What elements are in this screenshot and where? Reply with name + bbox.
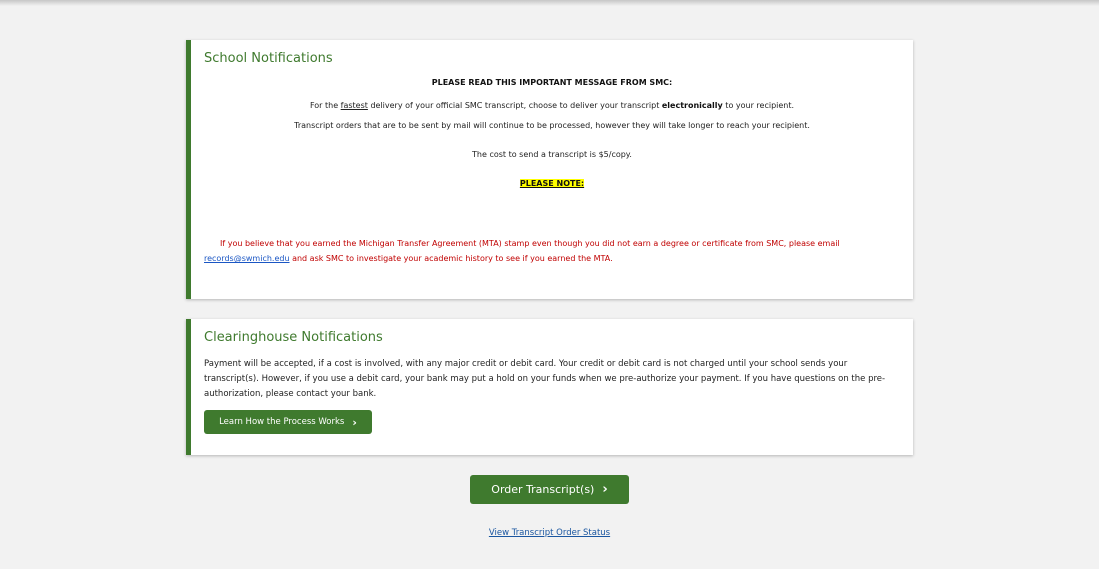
order-transcript-button-label: Order Transcript(s) bbox=[491, 483, 595, 496]
learn-process-button-label: Learn How the Process Works bbox=[219, 417, 345, 427]
chevron-right-icon: › bbox=[352, 415, 357, 429]
payment-info-text: Payment will be accepted, if a cost is i… bbox=[204, 359, 886, 399]
clearinghouse-notifications-card: Clearinghouse Notifications Payment will… bbox=[186, 319, 913, 455]
fastest-text: fastest bbox=[340, 101, 368, 110]
clearinghouse-notifications-title: Clearinghouse Notifications bbox=[204, 330, 383, 345]
records-email-link[interactable]: records@swmich.edu bbox=[204, 254, 290, 263]
important-message-heading: PLEASE READ THIS IMPORTANT MESSAGE FROM … bbox=[431, 78, 673, 87]
mta-notice: If you believe that you earned the Michi… bbox=[204, 239, 840, 263]
order-transcript-button[interactable]: Order Transcript(s) › bbox=[470, 475, 629, 504]
please-note-wrapper: PLEASE NOTE: bbox=[191, 179, 913, 188]
header-shadow bbox=[0, 0, 1099, 6]
mail-orders-message: Transcript orders that are to be sent by… bbox=[294, 121, 810, 130]
electronically-text: electronically bbox=[661, 101, 723, 110]
school-notifications-title: School Notifications bbox=[204, 51, 333, 66]
cost-message: The cost to send a transcript is $5/copy… bbox=[472, 150, 632, 159]
electronic-delivery-message: For the fastest delivery of your officia… bbox=[309, 101, 795, 110]
learn-process-button[interactable]: Learn How the Process Works › bbox=[204, 410, 372, 434]
please-note-label: PLEASE NOTE: bbox=[519, 179, 585, 188]
chevron-right-icon: › bbox=[602, 482, 608, 497]
view-order-status-link[interactable]: View Transcript Order Status bbox=[0, 528, 1099, 538]
school-notifications-card: School Notifications PLEASE READ THIS IM… bbox=[186, 40, 913, 299]
